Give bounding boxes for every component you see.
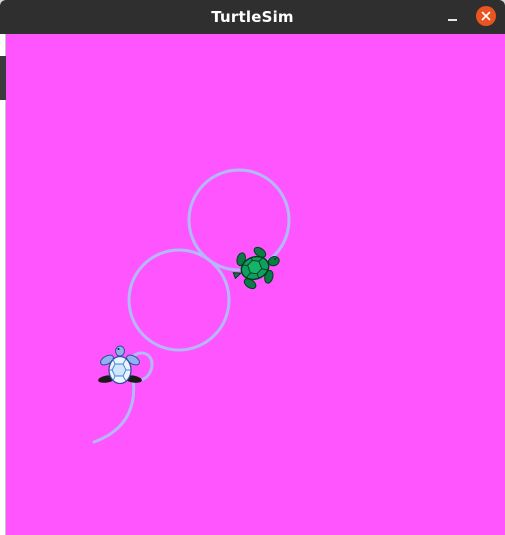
canvas-drawing <box>92 168 291 444</box>
turtle-blue <box>98 345 142 385</box>
minimize-button[interactable] <box>444 9 460 25</box>
close-icon <box>481 11 491 21</box>
turtle-green <box>232 246 280 290</box>
window-title: TurtleSim <box>211 8 294 26</box>
trail-circle-lower <box>127 248 231 352</box>
close-button[interactable] <box>476 6 496 26</box>
minimize-icon <box>447 19 457 21</box>
window-titlebar: TurtleSim <box>0 0 505 34</box>
trail-tail <box>92 377 136 444</box>
turtlesim-canvas <box>6 34 505 535</box>
